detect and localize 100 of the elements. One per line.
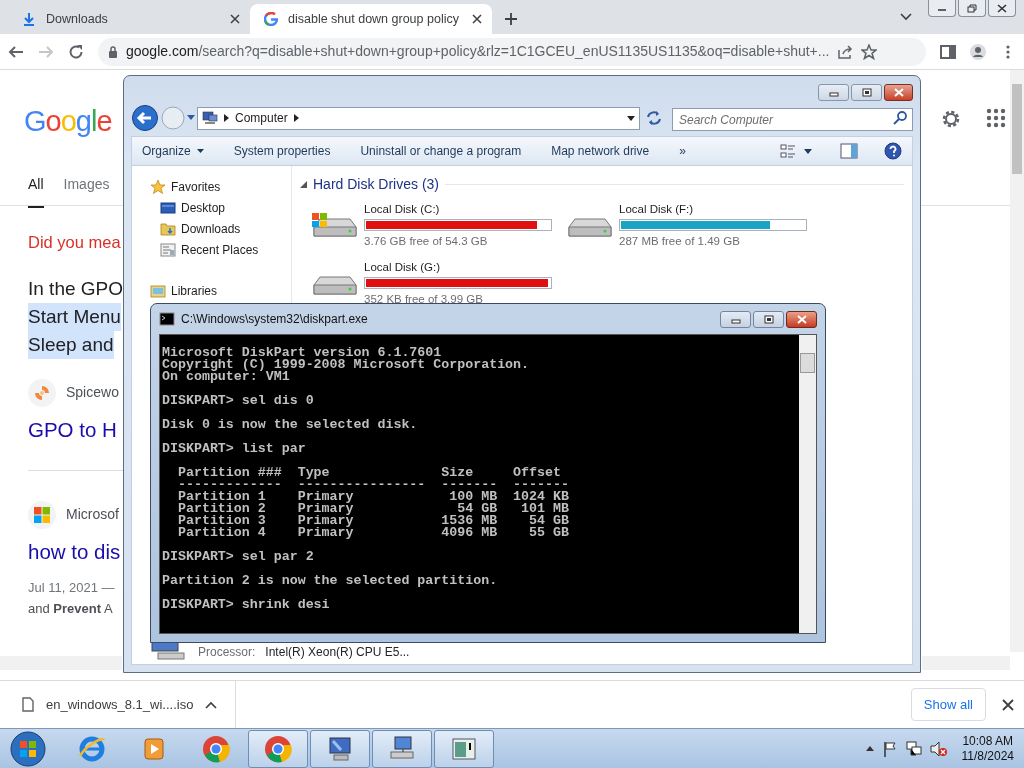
- console-line: Partition 4 Primary 4096 MB 55 GB: [176, 527, 570, 539]
- console-line: Partition 2 Primary 54 GB 101 MB: [176, 503, 570, 515]
- snippet-text: Sleep and: [28, 330, 114, 359]
- dropdown-icon[interactable]: [627, 115, 635, 121]
- address-bar[interactable]: google.com/search?q=disable+shut+down+group+policy&rlz=1C1GCEU_enUS1135US1135&oq=disable+shut+...: [98, 37, 926, 66]
- nav-item[interactable]: Libraries: [150, 280, 291, 301]
- search-field[interactable]: Search Computer: [672, 108, 913, 131]
- source-name: Microsof: [66, 505, 119, 524]
- taskbar-button[interactable]: [372, 729, 432, 768]
- maximize-icon: [761, 314, 776, 324]
- detail-label: Processor:: [198, 644, 256, 661]
- browser-tab[interactable]: disable shut down group policy: [250, 4, 492, 34]
- maximize-button[interactable]: [851, 84, 882, 101]
- taskbar-button[interactable]: [310, 729, 370, 768]
- flag-icon[interactable]: [881, 740, 898, 757]
- caret-icon[interactable]: [804, 148, 812, 154]
- nav-item[interactable]: Recent Places: [150, 239, 291, 260]
- close-button[interactable]: [988, 0, 1016, 17]
- toolbar-button[interactable]: Uninstall or change a program: [360, 142, 537, 160]
- close-icon[interactable]: [1002, 698, 1014, 711]
- scrollbar[interactable]: [1010, 70, 1024, 652]
- caret-icon: [196, 149, 204, 153]
- profile-icon[interactable]: [970, 43, 986, 60]
- search-tab[interactable]: Images: [63, 174, 110, 208]
- console-line: DISKPART> sel par 2: [162, 551, 315, 563]
- result-link[interactable]: how to dis: [28, 536, 121, 568]
- start-button[interactable]: [8, 729, 48, 768]
- address-field[interactable]: Computer: [197, 106, 640, 130]
- caret-up-icon[interactable]: [205, 700, 218, 709]
- caret-up-icon[interactable]: [865, 746, 874, 751]
- drive-name[interactable]: Local Disk (G:): [364, 258, 552, 276]
- preview-pane-icon[interactable]: [840, 143, 858, 159]
- chevron-right-icon: [293, 114, 299, 122]
- console-line: DISKPART> list par: [162, 443, 307, 455]
- restore-icon: [966, 3, 978, 13]
- scrollbar[interactable]: [799, 335, 816, 633]
- restore-button[interactable]: [958, 0, 986, 17]
- toolbar-button[interactable]: »: [679, 142, 701, 160]
- file-icon: [22, 697, 34, 712]
- settings-icon[interactable]: [940, 108, 962, 130]
- toolbar-button[interactable]: System properties: [233, 142, 346, 160]
- browser-tab[interactable]: Downloads: [8, 4, 250, 34]
- apps-icon[interactable]: [986, 108, 1006, 128]
- drive-name[interactable]: Local Disk (F:): [619, 201, 807, 219]
- free-space-text: 287 MB free of 1.49 GB: [619, 234, 741, 250]
- refresh-icon[interactable]: [644, 108, 664, 128]
- new-tab-icon[interactable]: [504, 12, 518, 26]
- nav-item[interactable]: Desktop: [150, 197, 291, 218]
- network-icon[interactable]: [905, 740, 922, 757]
- drive-name[interactable]: Local Disk (C:): [364, 201, 552, 219]
- scrollbar[interactable]: [0, 656, 122, 670]
- close-button[interactable]: [884, 84, 913, 101]
- recent-places-icon: [160, 241, 176, 258]
- close-button[interactable]: [786, 310, 817, 328]
- search-tab[interactable]: All: [28, 174, 44, 208]
- back-icon[interactable]: [131, 104, 159, 132]
- menu-button[interactable]: Organize: [142, 142, 219, 160]
- back-icon[interactable]: [8, 43, 24, 60]
- caret-icon[interactable]: [187, 115, 195, 121]
- side-panel-icon[interactable]: [940, 43, 956, 60]
- google-logo[interactable]: Google: [24, 100, 112, 144]
- download-item[interactable]: en_windows_8.1_wi....iso: [46, 694, 194, 715]
- site-icon: [33, 383, 51, 402]
- show-all-button[interactable]: Show all: [910, 687, 986, 722]
- scrollbar-end[interactable]: [922, 656, 1010, 670]
- snippet-text: In the GPO: [28, 276, 124, 301]
- chevron-down-icon[interactable]: [900, 13, 912, 21]
- maximize-button[interactable]: [753, 310, 784, 328]
- download-icon: [22, 12, 36, 26]
- console-line: DISKPART> shrink desi: [162, 599, 331, 611]
- reload-icon[interactable]: [68, 43, 84, 60]
- computer-icon: [202, 111, 218, 125]
- expand-icon[interactable]: [300, 181, 307, 188]
- breadcrumb[interactable]: Computer: [235, 109, 288, 127]
- windows-logo-icon: [33, 505, 51, 524]
- result-link[interactable]: GPO to H: [28, 414, 117, 446]
- nav-item[interactable]: Favorites: [150, 176, 291, 197]
- taskbar-button[interactable]: [248, 729, 308, 768]
- group-header[interactable]: Hard Disk Drives (3): [313, 174, 439, 195]
- share-icon[interactable]: [837, 44, 854, 59]
- console-line: Partition 1 Primary 100 MB 1024 KB: [176, 491, 570, 503]
- view-options-icon[interactable]: [780, 143, 796, 159]
- google-icon: [264, 12, 278, 26]
- clock[interactable]: 10:08 AM 11/8/2024: [955, 733, 1014, 764]
- toolbar-button[interactable]: Map network drive: [551, 142, 665, 160]
- minimize-button[interactable]: [928, 0, 956, 17]
- result-date: Jul 11, 2021 —: [28, 579, 116, 598]
- help-icon[interactable]: [884, 142, 902, 160]
- url-text: google.com/search?q=disable+shut+down+group+policy&rlz=1C1GCEU_enUS1135US1135&oq=disable+shut+...: [126, 42, 830, 61]
- star-icon[interactable]: [861, 43, 878, 60]
- snippet-text: Start Menu: [28, 302, 121, 331]
- close-icon[interactable]: [472, 14, 482, 24]
- console-line: DISKPART> sel dis 0: [162, 395, 315, 407]
- muted-speaker-icon[interactable]: [929, 740, 948, 757]
- nav-item[interactable]: Downloads: [150, 218, 291, 239]
- maximize-icon: [859, 88, 874, 97]
- suggestion-text[interactable]: Did you mea: [28, 230, 121, 255]
- close-icon[interactable]: [230, 14, 240, 24]
- chevron-right-icon: [224, 114, 229, 122]
- taskbar-button[interactable]: [434, 729, 494, 768]
